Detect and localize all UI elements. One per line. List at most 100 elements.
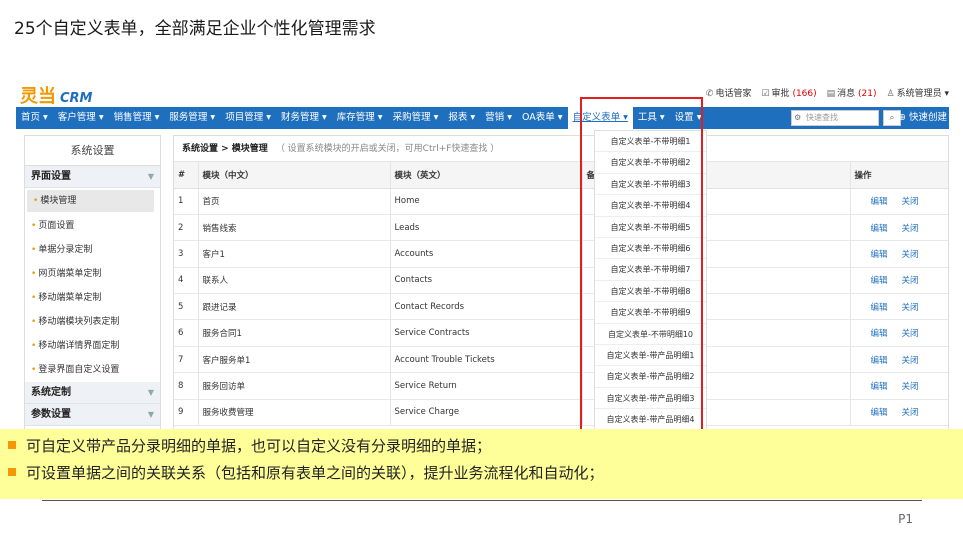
- row-name-en: Accounts: [389, 240, 582, 268]
- row-name-cn: 客户服务单1: [197, 346, 390, 374]
- logo: 灵当 CRM: [20, 86, 93, 107]
- sidebar-item-mobile-list[interactable]: • 移动端模块列表定制: [25, 310, 160, 334]
- phone-link[interactable]: ✆ 电话管家: [706, 86, 752, 99]
- close-link[interactable]: 关闭: [902, 197, 919, 207]
- sidebar-group-system[interactable]: 系统定制 ▼: [25, 382, 160, 404]
- dropdown-item[interactable]: 自定义表单-不带明细5: [595, 217, 706, 238]
- nav-settings[interactable]: 设置 ▾: [670, 107, 707, 129]
- row-name-cn: 首页: [197, 188, 390, 215]
- sidebar-item-entries[interactable]: • 单据分录定制: [25, 238, 160, 262]
- nav-tools[interactable]: 工具 ▾: [633, 107, 670, 129]
- dropdown-item[interactable]: 自定义表单-不带明细1: [595, 131, 706, 153]
- search-input[interactable]: ⚙ 快速查找: [791, 110, 879, 126]
- nav-sales[interactable]: 销售管理 ▾: [109, 107, 165, 129]
- edit-link[interactable]: 编辑: [871, 356, 888, 366]
- breadcrumb: 系统设置 > 模块管理（ 设置系统模块的开启或关闭，可用Ctrl+F快速查找 ）: [174, 136, 948, 162]
- nav-reports[interactable]: 报表 ▾: [443, 107, 480, 129]
- quick-create-button[interactable]: ⊕ 快速创建: [898, 107, 947, 129]
- note-2: 可设置单据之间的关联关系（包括和原有表单之间的关联），提升业务流程化和自动化；: [8, 462, 604, 483]
- edit-link[interactable]: 编辑: [871, 303, 888, 313]
- nav-projects[interactable]: 项目管理 ▾: [220, 107, 276, 129]
- dropdown-item[interactable]: 自定义表单-不带明细4: [595, 195, 706, 217]
- row-index: 2: [174, 214, 198, 242]
- close-link[interactable]: 关闭: [902, 250, 919, 260]
- row-actions: 编辑 关闭: [849, 399, 948, 427]
- close-link[interactable]: 关闭: [902, 356, 919, 366]
- row-actions: 编辑 关闭: [849, 372, 948, 400]
- row-name-cn: 联系人: [197, 267, 390, 295]
- phone-icon: ✆: [705, 89, 714, 99]
- sidebar-item-pages[interactable]: • 页面设置: [25, 214, 160, 238]
- sidebar-item-web-menu[interactable]: • 网页端菜单定制: [25, 262, 160, 286]
- table-row: 5 跟进记录 Contact Records 编辑 关闭: [174, 293, 948, 321]
- sidebar: 系统设置 界面设置 ▼ • 模块管理 • 页面设置 • 单据分录定制 • 网页端菜单定制 …: [24, 135, 161, 430]
- sidebar-item-mobile-menu[interactable]: • 移动端菜单定制: [25, 286, 160, 310]
- dropdown-item[interactable]: 自定义表单-不带明细7: [595, 259, 706, 281]
- gear-search-icon: ⚙: [794, 113, 802, 122]
- edit-link[interactable]: 编辑: [871, 276, 888, 286]
- sidebar-title: 系统设置: [25, 136, 160, 166]
- divider: [42, 500, 922, 501]
- sidebar-item-mobile-detail[interactable]: • 移动端详情界面定制: [25, 334, 160, 358]
- close-link[interactable]: 关闭: [902, 382, 919, 392]
- table-row: 4 联系人 Contacts 编辑 关闭: [174, 267, 948, 295]
- table-row: 2 销售线索 Leads 编辑 关闭: [174, 214, 948, 242]
- close-link[interactable]: 关闭: [902, 276, 919, 286]
- close-link[interactable]: 关闭: [902, 224, 919, 234]
- dropdown-item[interactable]: 自定义表单-不带明细2: [595, 152, 706, 174]
- sidebar-item-modules[interactable]: • 模块管理: [27, 190, 154, 212]
- sidebar-item-login-ui[interactable]: • 登录界面自定义设置: [25, 358, 160, 382]
- sidebar-group-ui[interactable]: 界面设置 ▼: [25, 166, 160, 188]
- row-actions: 编辑 关闭: [849, 188, 948, 215]
- top-links: ✆ 电话管家 ☑ 审批 (166) ▤ 消息 (21) ♙ 系统管理员 ▾: [706, 86, 949, 99]
- main-nav: 首页 ▾ 客户管理 ▾ 销售管理 ▾ 服务管理 ▾ 项目管理 ▾ 财务管理 ▾ …: [16, 107, 949, 129]
- row-name-en: Account Trouble Tickets: [389, 346, 582, 374]
- dropdown-item[interactable]: 自定义表单-不带明细10: [595, 324, 706, 345]
- dropdown-item[interactable]: 自定义表单-不带明细6: [595, 238, 706, 260]
- row-index: 5: [174, 293, 198, 321]
- nav-marketing[interactable]: 营销 ▾: [480, 107, 517, 129]
- edit-link[interactable]: 编辑: [871, 408, 888, 418]
- dropdown-item[interactable]: 自定义表单-不带明细8: [595, 281, 706, 303]
- dropdown-item[interactable]: 自定义表单-带产品明细2: [595, 366, 706, 388]
- dropdown-item[interactable]: 自定义表单-带产品明细3: [595, 388, 706, 410]
- edit-link[interactable]: 编辑: [871, 197, 888, 207]
- nav-custom-forms[interactable]: 自定义表单 ▾: [567, 107, 633, 129]
- dropdown-item[interactable]: 自定义表单-带产品明细1: [595, 345, 706, 367]
- dropdown-item[interactable]: 自定义表单-带产品明细4: [595, 409, 706, 430]
- nav-customers[interactable]: 客户管理 ▾: [53, 107, 109, 129]
- sidebar-group-params[interactable]: 参数设置 ▼: [25, 404, 160, 426]
- row-name-en: Contacts: [389, 267, 582, 295]
- slide-title: 25个自定义表单，全部满足企业个性化管理需求: [14, 19, 376, 39]
- row-actions: 编辑 关闭: [849, 293, 948, 321]
- nav-inventory[interactable]: 库存管理 ▾: [332, 107, 388, 129]
- col-name-cn: 模块（中文）: [197, 162, 390, 189]
- edit-link[interactable]: 编辑: [871, 329, 888, 339]
- close-link[interactable]: 关闭: [902, 303, 919, 313]
- close-link[interactable]: 关闭: [902, 408, 919, 418]
- user-menu[interactable]: ♙ 系统管理员 ▾: [887, 86, 949, 99]
- chevron-down-icon: ▼: [147, 410, 154, 419]
- message-link[interactable]: ▤ 消息 (21): [827, 86, 877, 99]
- row-index: 6: [174, 319, 198, 347]
- row-actions: 编辑 关闭: [849, 240, 948, 268]
- nav-purchase[interactable]: 采购管理 ▾: [388, 107, 444, 129]
- row-actions: 编辑 关闭: [849, 267, 948, 295]
- approval-link[interactable]: ☑ 审批 (166): [761, 86, 816, 99]
- edit-link[interactable]: 编辑: [871, 224, 888, 234]
- nav-home[interactable]: 首页 ▾: [16, 107, 53, 129]
- nav-service[interactable]: 服务管理 ▾: [164, 107, 220, 129]
- close-link[interactable]: 关闭: [902, 329, 919, 339]
- dropdown-item[interactable]: 自定义表单-不带明细9: [595, 302, 706, 324]
- row-name-en: Service Charge: [389, 399, 582, 427]
- edit-link[interactable]: 编辑: [871, 250, 888, 260]
- table-row: 9 服务收费管理 Service Charge 编辑 关闭: [174, 399, 948, 427]
- row-name-en: Contact Records: [389, 293, 582, 321]
- module-table: # 模块（中文） 模块（英文） 备 操作 1 首页 Home 编辑 关闭 2 销售线索 Lea…: [174, 162, 948, 427]
- edit-link[interactable]: 编辑: [871, 382, 888, 392]
- nav-oa-forms[interactable]: OA表单 ▾: [517, 107, 568, 129]
- dropdown-item[interactable]: 自定义表单-不带明细3: [595, 174, 706, 196]
- page-number: P1: [898, 512, 913, 526]
- chevron-down-icon: ▼: [147, 172, 154, 181]
- nav-finance[interactable]: 财务管理 ▾: [276, 107, 332, 129]
